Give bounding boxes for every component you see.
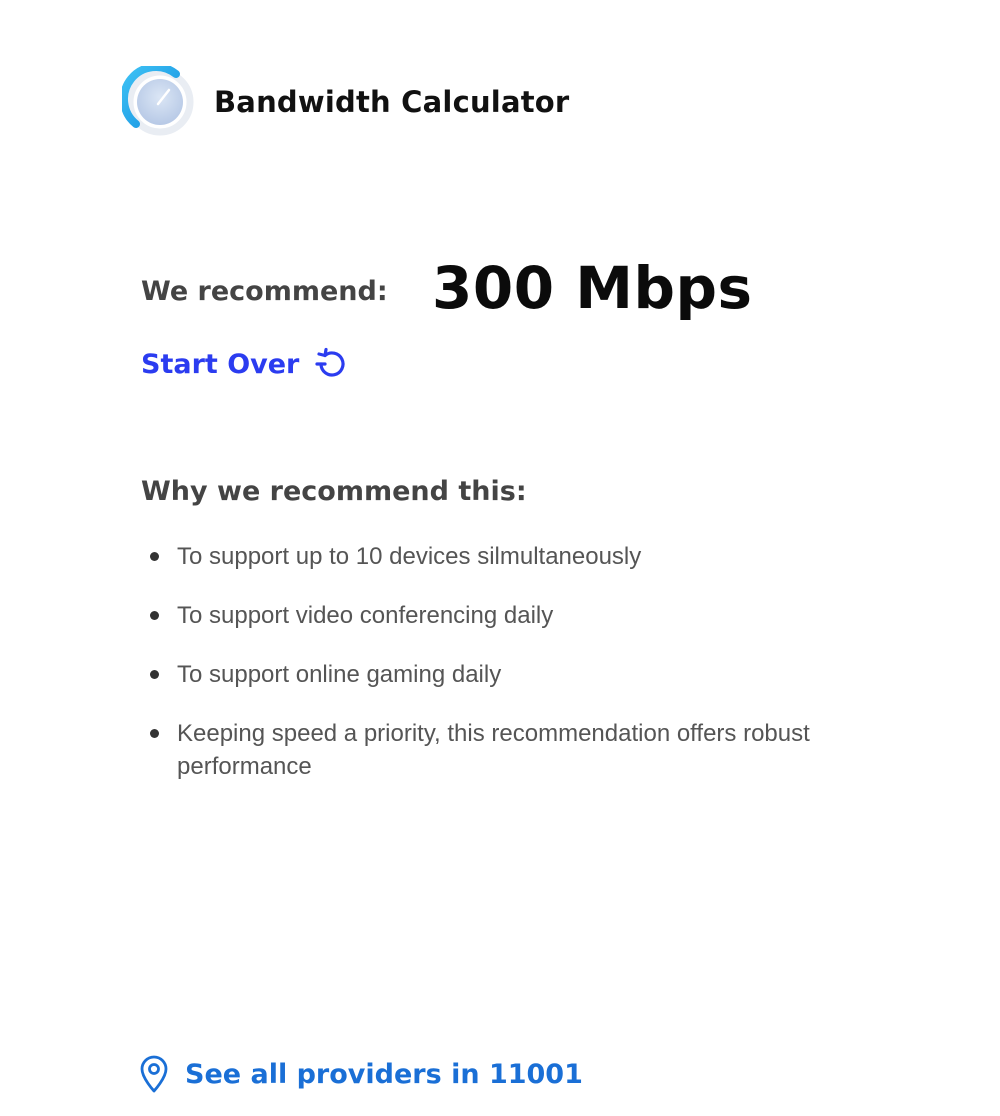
see-all-providers-link[interactable]: See all providers in 11001 [138,1054,583,1094]
recommendation-label: We recommend: [141,276,388,307]
reasons-list: To support up to 10 devices silmultaneou… [141,540,841,809]
recommended-speed-value: 300 Mbps [432,254,753,322]
reason-text: To support online gaming daily [177,661,502,688]
bullet-icon [150,611,159,620]
reason-item: To support up to 10 devices silmultaneou… [141,540,841,573]
start-over-label: Start Over [141,348,300,380]
bullet-icon [150,552,159,561]
bullet-icon [150,729,159,738]
reason-text: To support video conferencing daily [177,602,554,629]
see-all-providers-label: See all providers in 11001 [185,1058,583,1090]
reason-item: To support video conferencing daily [141,599,841,632]
app-title: Bandwidth Calculator [214,85,570,119]
reason-item: Keeping speed a priority, this recommend… [141,717,841,783]
location-pin-icon [140,1055,168,1093]
restart-icon [315,347,345,377]
reason-item: To support online gaming daily [141,658,841,691]
reason-text: To support up to 10 devices silmultaneou… [177,543,642,570]
reasons-heading: Why we recommend this: [141,476,527,507]
speedometer-gauge-icon [122,66,194,136]
bullet-icon [150,670,159,679]
app-header: Bandwidth Calculator [122,66,569,138]
start-over-link[interactable]: Start Over [141,346,349,382]
reason-text: Keeping speed a priority, this recommend… [177,720,810,780]
